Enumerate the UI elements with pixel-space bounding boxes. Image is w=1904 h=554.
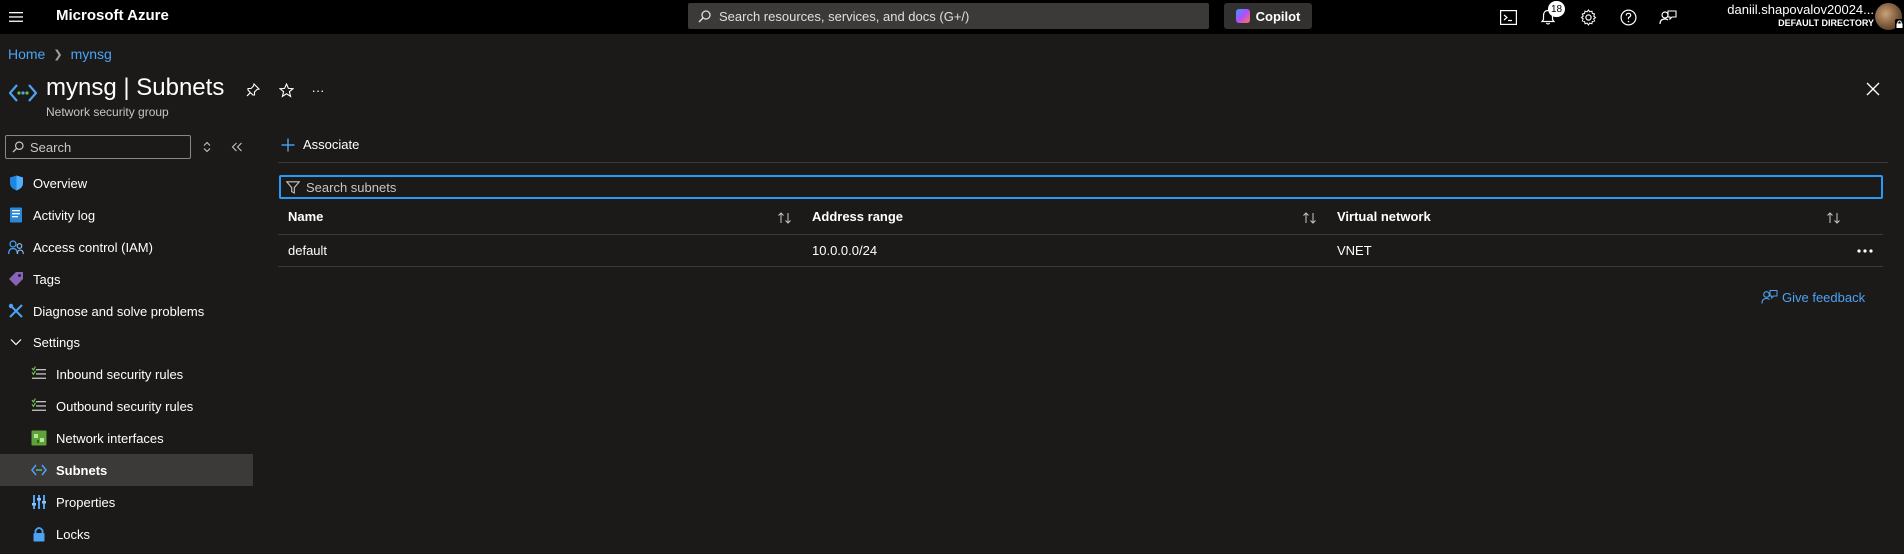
subnet-search-placeholder: Search subnets	[306, 179, 397, 195]
subnet-resource-icon	[9, 84, 37, 102]
avatar-lock-icon	[1895, 19, 1904, 29]
cell-virtual-network: VNET	[1337, 243, 1372, 258]
outbound-rules-icon	[31, 398, 47, 414]
sidebar-item-label: Properties	[56, 494, 116, 510]
sidebar-group-settings[interactable]: Settings	[0, 326, 253, 358]
row-more-icon[interactable]	[1853, 241, 1877, 261]
favorite-star-icon[interactable]	[276, 80, 296, 100]
sidebar-item-outbound-security-rules[interactable]: Outbound security rules	[0, 390, 253, 422]
give-feedback-label: Give feedback	[1782, 289, 1866, 305]
global-search-input[interactable]: Search resources, services, and docs (G+…	[688, 3, 1209, 29]
copilot-icon	[1235, 9, 1250, 23]
global-search-placeholder: Search resources, services, and docs (G+…	[719, 8, 970, 24]
give-feedback-link[interactable]: Give feedback	[1761, 289, 1865, 305]
shield-icon	[8, 175, 24, 191]
copilot-button[interactable]: Copilot	[1224, 3, 1312, 29]
sidebar-item-subnets[interactable]: Subnets	[0, 454, 253, 486]
account-user-name: daniil.shapovalov20024...	[1727, 2, 1874, 17]
table-header-divider	[278, 234, 1883, 235]
settings-gear-icon[interactable]	[1576, 5, 1600, 29]
notifications-icon[interactable]: 18	[1536, 1, 1566, 29]
sidebar-search-input[interactable]: Search	[5, 135, 191, 159]
search-icon	[12, 141, 30, 153]
toolbar-divider	[278, 162, 1888, 163]
cloud-shell-icon[interactable]	[1496, 5, 1520, 29]
chevron-down-icon	[8, 334, 24, 350]
sidebar-item-label: Outbound security rules	[56, 398, 194, 414]
sidebar-item-label: Subnets	[56, 462, 108, 478]
more-options-label: ···	[311, 82, 325, 98]
add-icon	[281, 138, 303, 152]
breadcrumb-chevron-icon: ❯	[53, 48, 63, 61]
column-header-name[interactable]: Name	[288, 209, 323, 224]
breadcrumb-resource-link[interactable]: mynsg	[71, 46, 112, 62]
sidebar-item-label: Activity log	[33, 207, 96, 223]
sidebar-item-activity-log[interactable]: Activity log	[0, 199, 253, 231]
cell-name[interactable]: default	[288, 243, 327, 258]
menu-icon[interactable]	[4, 5, 28, 29]
sort-toggle-icon[interactable]	[199, 139, 215, 155]
subnet-search-input[interactable]: Search subnets	[279, 175, 1883, 199]
sidebar-item-label: Network interfaces	[56, 430, 164, 446]
search-icon	[698, 9, 719, 23]
sidebar-item-tags[interactable]: Tags	[0, 263, 253, 295]
notification-count-badge: 18	[1548, 1, 1566, 17]
top-bar: Microsoft Azure Search resources, servic…	[0, 0, 1904, 34]
copilot-label: Copilot	[1255, 8, 1301, 24]
page-title: mynsg | Subnets	[46, 74, 225, 101]
sort-address-range-icon[interactable]	[1301, 210, 1319, 226]
sidebar-item-label: Inbound security rules	[56, 366, 184, 382]
more-options-icon[interactable]: ···	[308, 80, 328, 100]
properties-icon	[31, 494, 47, 510]
sidebar-item-network-interfaces[interactable]: Network interfaces	[0, 422, 253, 454]
subnet-icon	[31, 462, 47, 478]
sidebar-item-label: Diagnose and solve problems	[33, 303, 205, 319]
sidebar-search-placeholder: Search	[30, 139, 72, 155]
people-icon	[8, 239, 24, 255]
filter-icon	[286, 180, 306, 194]
tag-icon	[8, 271, 24, 287]
cell-address-range: 10.0.0.0/24	[812, 243, 878, 258]
sidebar-item-access-control[interactable]: Access control (IAM)	[0, 231, 253, 263]
sidebar-item-label: Tags	[33, 271, 61, 287]
sidebar-item-properties[interactable]: Properties	[0, 486, 253, 518]
sidebar-item-diagnose[interactable]: Diagnose and solve problems	[0, 295, 253, 327]
sidebar-item-label: Settings	[33, 334, 80, 350]
sidebar-item-label: Locks	[56, 526, 90, 542]
pin-icon[interactable]	[243, 80, 263, 100]
column-header-virtual-network[interactable]: Virtual network	[1337, 209, 1431, 224]
page-subtitle: Network security group	[46, 105, 169, 119]
feedback-icon	[1761, 289, 1782, 305]
sort-name-icon[interactable]	[776, 210, 794, 226]
help-icon[interactable]	[1616, 5, 1640, 29]
lock-icon	[31, 526, 47, 542]
breadcrumb: Home ❯ mynsg	[8, 46, 112, 62]
associate-label: Associate	[303, 137, 360, 152]
wrench-icon	[8, 303, 24, 319]
collapse-sidebar-icon[interactable]	[229, 139, 245, 155]
account-menu[interactable]: daniil.shapovalov20024... DEFAULT DIRECT…	[1727, 2, 1874, 29]
account-directory: DEFAULT DIRECTORY	[1778, 18, 1874, 28]
inbound-rules-icon	[31, 366, 47, 382]
sidebar-item-inbound-security-rules[interactable]: Inbound security rules	[0, 358, 253, 390]
column-header-address-range[interactable]: Address range	[812, 209, 903, 224]
sidebar-item-label: Overview	[33, 175, 88, 191]
sort-virtual-network-icon[interactable]	[1825, 210, 1843, 226]
activity-log-icon	[8, 207, 24, 223]
breadcrumb-home-link[interactable]: Home	[8, 46, 45, 62]
associate-button[interactable]: Associate	[281, 137, 359, 152]
table-row-divider	[278, 266, 1883, 267]
feedback-icon[interactable]	[1656, 5, 1680, 29]
sidebar-item-label: Access control (IAM)	[33, 239, 153, 255]
network-interface-icon	[31, 430, 47, 446]
portal-brand[interactable]: Microsoft Azure	[56, 7, 169, 24]
sidebar-item-overview[interactable]: Overview	[0, 167, 253, 199]
sidebar-item-locks[interactable]: Locks	[0, 518, 253, 550]
close-icon[interactable]	[1862, 78, 1884, 100]
